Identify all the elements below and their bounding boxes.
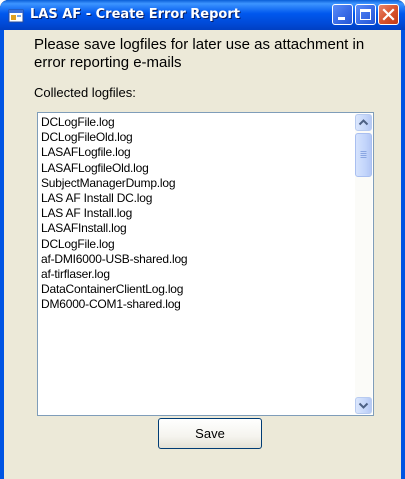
- list-item[interactable]: DCLogFile.log: [41, 115, 351, 130]
- instructions-text: Please save logfiles for later use as at…: [34, 36, 365, 71]
- title-bar[interactable]: LAS AF - Create Error Report: [0, 0, 405, 30]
- close-icon: [382, 8, 395, 21]
- list-item[interactable]: DataContainerClientLog.log: [41, 282, 351, 297]
- list-item[interactable]: LASAFLogfileOld.log: [41, 161, 351, 176]
- scroll-up-button[interactable]: [355, 114, 372, 131]
- minimize-icon: [338, 17, 345, 20]
- collected-logfiles-label: Collected logfiles:: [34, 85, 136, 100]
- maximize-button[interactable]: [355, 4, 376, 25]
- list-item[interactable]: af-DMI6000-USB-shared.log: [41, 252, 351, 267]
- scrollbar-thumb[interactable]: [355, 133, 372, 177]
- scroll-up-arrow-icon: [358, 119, 369, 126]
- list-item[interactable]: DM6000-COM1-shared.log: [41, 297, 351, 312]
- list-item[interactable]: LAS AF Install.log: [41, 206, 351, 221]
- list-item[interactable]: DCLogFile.log: [41, 237, 351, 252]
- minimize-button[interactable]: [332, 4, 353, 25]
- list-item[interactable]: DCLogFileOld.log: [41, 130, 351, 145]
- vertical-scrollbar[interactable]: [355, 114, 372, 414]
- scroll-down-button[interactable]: [355, 397, 372, 414]
- list-item[interactable]: LASAFLogfile.log: [41, 145, 351, 160]
- maximize-icon: [360, 9, 371, 20]
- scroll-down-arrow-icon: [358, 402, 369, 409]
- scrollbar-grip-icon: [360, 151, 367, 158]
- list-item[interactable]: SubjectManagerDump.log: [41, 176, 351, 191]
- error-report-window: LAS AF - Create Error Report Please save…: [0, 0, 405, 479]
- app-window-icon: [8, 9, 24, 23]
- list-item[interactable]: LASAFInstall.log: [41, 221, 351, 236]
- save-button[interactable]: Save: [158, 418, 262, 449]
- window-frame-right: [401, 30, 405, 479]
- dialog-client-area: Please save logfiles for later use as at…: [4, 30, 401, 479]
- list-item[interactable]: LAS AF Install DC.log: [41, 191, 351, 206]
- window-title: LAS AF - Create Error Report: [30, 7, 240, 22]
- logfiles-list: DCLogFile.log DCLogFileOld.log LASAFLogf…: [41, 115, 351, 312]
- list-item[interactable]: af-tirflaser.log: [41, 267, 351, 282]
- logfiles-listbox[interactable]: DCLogFile.log DCLogFileOld.log LASAFLogf…: [37, 112, 374, 416]
- close-button[interactable]: [378, 4, 399, 25]
